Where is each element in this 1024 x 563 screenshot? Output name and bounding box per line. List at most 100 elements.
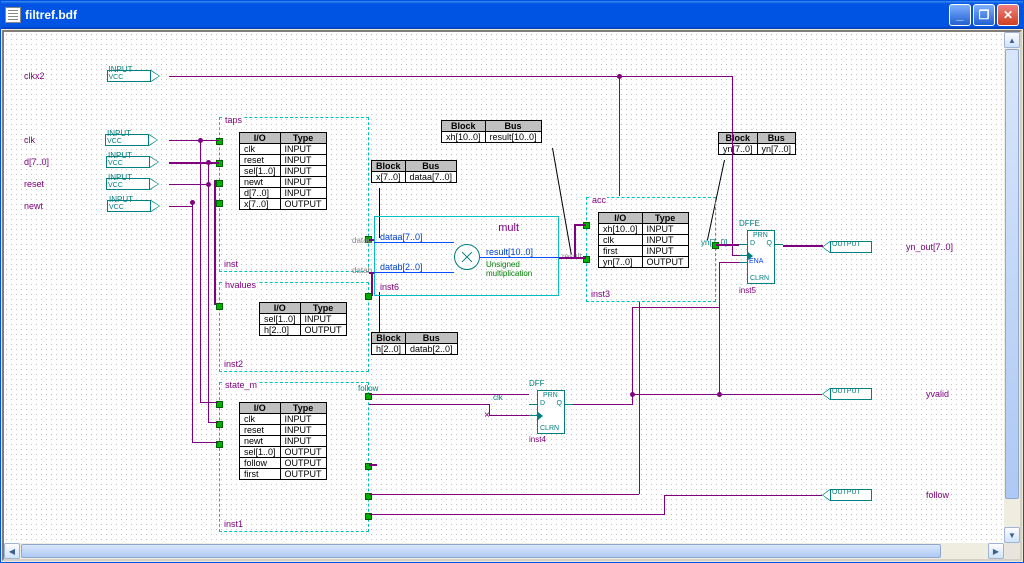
component-mult[interactable]: mult dataa dataa[7..0] datab datab[2..0]… xyxy=(374,216,559,296)
wire xyxy=(369,464,377,466)
wire xyxy=(619,76,732,77)
block-title: state_m xyxy=(224,380,258,390)
multiplier-icon xyxy=(454,244,480,270)
port-label: dataa[7..0] xyxy=(380,232,423,242)
scroll-thumb[interactable] xyxy=(1005,49,1019,499)
minimize-button[interactable]: _ xyxy=(949,4,971,26)
wire xyxy=(369,239,374,241)
pin-d[interactable]: d[7..0] INPUTVCC xyxy=(24,154,168,170)
app-window: filtref.bdf _ ❐ ✕ clkx2 INPUTVCC clk INP… xyxy=(0,0,1024,563)
schematic-canvas[interactable]: clkx2 INPUTVCC clk INPUTVCC d[7..0] INPU… xyxy=(4,32,1004,543)
pin-newt[interactable]: newt INPUTVCC xyxy=(24,198,169,214)
wire xyxy=(192,442,218,443)
output-pin-icon: OUTPUT xyxy=(822,386,882,402)
state-m-io-table: I/OType clkINPUT resetINPUT newtINPUT se… xyxy=(239,402,327,480)
scroll-corner xyxy=(1004,543,1020,559)
wire xyxy=(732,255,740,256)
wire xyxy=(192,202,193,442)
wire xyxy=(208,422,218,423)
pin-reset[interactable]: reset INPUTVCC xyxy=(24,176,168,192)
wire xyxy=(169,162,219,164)
pin-label: clkx2 xyxy=(24,71,45,81)
bus-table-xh: BlockBus xh[10..0]result[10..0] xyxy=(441,120,542,143)
dff-label: DFFE xyxy=(739,219,760,228)
taps-io-table: I/OType clkINPUT resetINPUT sel[1..0]INP… xyxy=(239,132,327,210)
wire xyxy=(664,495,665,515)
wire xyxy=(169,184,209,185)
port-wire xyxy=(374,242,454,243)
output-pin-icon: OUTPUT xyxy=(822,487,882,503)
wire xyxy=(574,224,576,257)
wire xyxy=(369,514,664,515)
dff-label: DFF xyxy=(529,379,545,388)
scroll-right-button[interactable]: ▶ xyxy=(988,543,1004,559)
wire xyxy=(489,415,529,416)
dff-inst: inst5 xyxy=(739,286,756,295)
wire xyxy=(664,495,822,496)
bus-table-h: BlockBus h[2..0]datab[2..0] xyxy=(371,332,458,355)
input-pin-icon: INPUTVCC xyxy=(107,68,169,84)
scroll-thumb[interactable] xyxy=(21,544,941,558)
vertical-scrollbar[interactable]: ▲ ▼ xyxy=(1004,32,1020,543)
maximize-button[interactable]: ❐ xyxy=(973,4,995,26)
pin-label: clk xyxy=(24,135,35,145)
pin-follow[interactable]: OUTPUT follow xyxy=(822,487,949,503)
wire-junction xyxy=(630,392,635,397)
wire xyxy=(214,180,216,305)
wire xyxy=(632,307,720,308)
bus-table-x: BlockBus x[7..0]dataa[7..0] xyxy=(371,160,457,183)
wire xyxy=(169,206,193,207)
pin-label: newt xyxy=(24,201,43,211)
port-wire xyxy=(374,272,454,273)
wire-junction xyxy=(717,392,722,397)
wire xyxy=(208,162,209,422)
wire xyxy=(783,245,823,247)
component-dff[interactable]: DFF PRNCLRNDQ inst4 xyxy=(529,390,573,450)
input-pin-icon: INPUTVCC xyxy=(106,154,168,170)
input-pin-icon: INPUTVCC xyxy=(106,176,168,192)
scroll-down-button[interactable]: ▼ xyxy=(1004,527,1020,543)
component-dffe[interactable]: DFFE PRN CLRN DQ ENA inst5 xyxy=(739,230,783,302)
input-pin-icon: INPUTVCC xyxy=(107,198,169,214)
output-pin-icon: OUTPUT xyxy=(822,239,882,255)
titlebar[interactable]: filtref.bdf _ ❐ ✕ xyxy=(1,1,1023,29)
port-wire xyxy=(480,257,559,258)
block-inst: inst xyxy=(224,259,238,269)
canvas-container: clkx2 INPUTVCC clk INPUTVCC d[7..0] INPU… xyxy=(2,30,1022,561)
wire xyxy=(200,140,201,402)
wire-junction xyxy=(617,74,622,79)
pin-yvalid[interactable]: OUTPUT yvalid xyxy=(822,386,949,402)
wire xyxy=(169,76,619,77)
close-button[interactable]: ✕ xyxy=(997,4,1019,26)
file-icon xyxy=(5,7,21,23)
wire xyxy=(573,404,633,405)
wire-junction xyxy=(190,200,195,205)
port-label: datab[2..0] xyxy=(380,262,423,272)
block-title: taps xyxy=(224,115,243,125)
wire xyxy=(716,244,739,246)
pin-label: reset xyxy=(24,179,44,189)
wire-junction xyxy=(198,138,203,143)
block-inst: inst1 xyxy=(224,519,243,529)
bus-table-yn: BlockBus yn[7..0]yn[7..0] xyxy=(718,132,796,155)
wire-junction xyxy=(206,160,211,165)
pin-yn-out[interactable]: OUTPUT yn_out[7..0] xyxy=(822,239,953,255)
pin-clk[interactable]: clk INPUTVCC xyxy=(24,132,167,148)
port-label: result[10..0] xyxy=(486,247,533,257)
scroll-left-button[interactable]: ◀ xyxy=(4,543,20,559)
wire xyxy=(369,394,529,395)
wire xyxy=(632,394,822,395)
dff-inst: inst4 xyxy=(529,435,546,444)
wire xyxy=(574,224,586,226)
wire xyxy=(639,302,640,494)
scroll-up-button[interactable]: ▲ xyxy=(1004,32,1020,48)
hvalues-io-table: I/OType sel[1..0]INPUT h[2..0]OUTPUT xyxy=(259,302,347,336)
net-label: follow xyxy=(358,384,378,393)
wire xyxy=(632,307,633,405)
horizontal-scrollbar[interactable]: ◀ ▶ xyxy=(4,543,1004,559)
wire xyxy=(619,76,620,196)
mult-title: mult xyxy=(498,222,519,234)
pin-label: d[7..0] xyxy=(24,157,49,167)
pin-clkx2[interactable]: clkx2 INPUTVCC xyxy=(24,68,169,84)
wire xyxy=(169,140,219,141)
